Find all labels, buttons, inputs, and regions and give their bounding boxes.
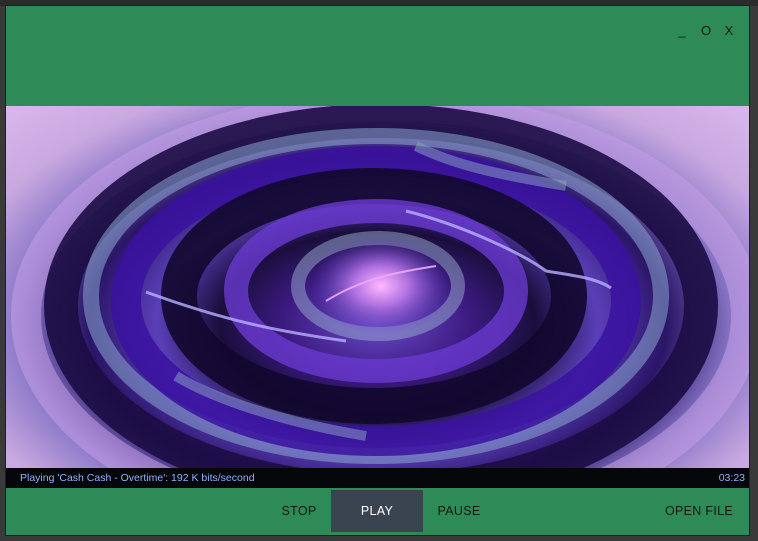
visualizer-swirl-graphic (11, 106, 749, 468)
minimize-button[interactable]: _ (671, 22, 693, 40)
pause-button[interactable]: PAUSE (429, 490, 489, 532)
status-bar: Playing 'Cash Cash - Overtime': 192 K bi… (6, 468, 749, 488)
media-player-window: _ O X Playing 'Cash Cash - Overtime': 19… (6, 6, 749, 535)
now-playing-text: Playing 'Cash Cash - Overtime': 192 K bi… (20, 472, 255, 484)
open-file-button[interactable]: OPEN FILE (658, 490, 740, 532)
visualizer-canvas (6, 106, 749, 468)
stop-button[interactable]: STOP (272, 490, 326, 532)
close-button[interactable]: X (718, 22, 740, 40)
play-button[interactable]: PLAY (331, 490, 423, 532)
maximize-button[interactable]: O (695, 22, 717, 40)
elapsed-time: 03:23 (718, 472, 745, 484)
title-bar[interactable]: _ O X (6, 6, 749, 106)
playback-controls: STOP PLAY PAUSE OPEN FILE (6, 488, 749, 535)
